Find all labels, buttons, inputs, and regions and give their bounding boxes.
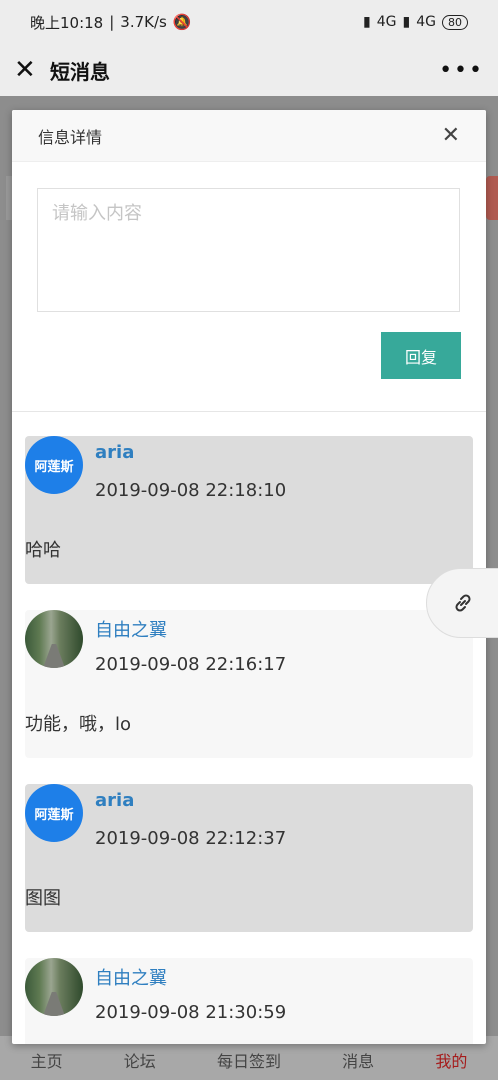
avatar: 阿莲斯 (25, 436, 83, 494)
sender-name[interactable]: aria (95, 442, 134, 463)
status-time: 晚上10:18 (30, 13, 104, 32)
network-speed: 3.7K/s (120, 13, 167, 31)
link-icon (455, 594, 471, 612)
network-type-1: 4G (376, 14, 397, 30)
reply-area: 回复 (12, 162, 486, 412)
page-title: 短消息 (50, 59, 110, 84)
message-time: 2019-09-08 22:18:10 (95, 480, 287, 501)
message-time: 2019-09-08 21:30:59 (95, 1002, 287, 1023)
avatar: 阿莲斯 (25, 784, 83, 842)
sender-name[interactable]: 自由之翼 (95, 964, 167, 990)
avatar (25, 610, 83, 668)
avatar (25, 958, 83, 1016)
floating-link-button[interactable] (426, 568, 498, 638)
signal-icon: ▮ (363, 14, 371, 30)
message-list: 阿莲斯 aria 2019-09-08 22:18:10 哈哈 自由之翼 201… (12, 412, 486, 1044)
network-type-2: 4G (416, 14, 436, 30)
app-header: ✕ 短消息 ••• (0, 44, 498, 96)
message-time: 2019-09-08 22:12:37 (95, 828, 287, 849)
sender-name[interactable]: 自由之翼 (95, 616, 167, 642)
message-body: 哈哈 (25, 540, 61, 561)
tab-home[interactable]: 主页 (31, 1048, 63, 1072)
modal-title: 信息详情 (38, 127, 103, 147)
more-icon[interactable]: ••• (439, 58, 484, 83)
signal-icon: ▮ (402, 14, 411, 30)
message-body: 图图 (25, 888, 61, 909)
message-item: 自由之翼 2019-09-08 22:16:17 功能，哦，lo (25, 610, 473, 758)
reply-input[interactable] (37, 188, 460, 312)
dnd-icon: 🔕 (172, 13, 192, 31)
tab-forum[interactable]: 论坛 (124, 1048, 156, 1072)
message-item: 自由之翼 2019-09-08 21:30:59 (25, 958, 473, 1044)
battery-icon: 80 (442, 14, 468, 30)
modal-header: 信息详情 ✕ (12, 110, 486, 162)
sender-name[interactable]: aria (95, 790, 134, 811)
reply-button[interactable]: 回复 (381, 332, 461, 379)
close-icon[interactable]: ✕ (14, 55, 42, 85)
message-item: 阿莲斯 aria 2019-09-08 22:18:10 哈哈 (25, 436, 473, 584)
status-bar: 晚上10:18 | 3.7K/s 🔕 ▮ 4G ▮ 4G 80 (0, 0, 498, 44)
tab-messages[interactable]: 消息 (342, 1048, 374, 1072)
tab-checkin[interactable]: 每日签到 (217, 1048, 281, 1072)
message-detail-modal: 信息详情 ✕ 回复 阿莲斯 aria 2019-09-08 22:18:10 哈… (12, 110, 486, 1044)
tab-mine[interactable]: 我的 (435, 1048, 467, 1072)
underlying-button (486, 176, 498, 220)
message-body: 功能，哦，lo (25, 714, 132, 735)
message-time: 2019-09-08 22:16:17 (95, 654, 287, 675)
close-icon[interactable]: ✕ (442, 123, 460, 148)
message-item: 阿莲斯 aria 2019-09-08 22:12:37 图图 (25, 784, 473, 932)
